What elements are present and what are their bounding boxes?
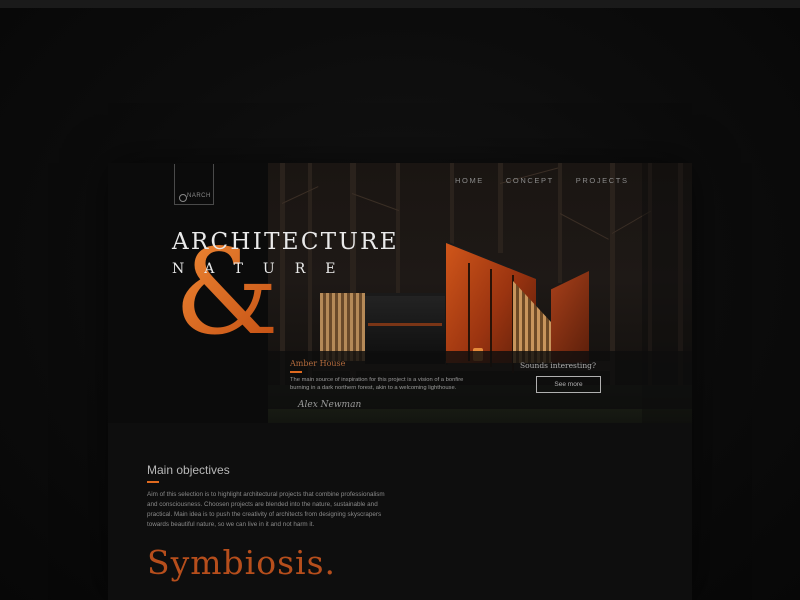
window-mullion — [468, 263, 470, 361]
project-title: Amber House — [290, 359, 346, 368]
feature-word: Symbiosis. — [147, 543, 337, 582]
cta-prompt: Sounds interesting? — [520, 361, 596, 370]
project-description: The main source of inspiration for this … — [290, 377, 464, 391]
see-more-button[interactable]: See more — [536, 376, 601, 393]
architect-signature: Alex Newman — [298, 400, 362, 410]
tree-branch — [559, 213, 609, 240]
project-info-bar: Amber House The main source of inspirati… — [268, 351, 692, 410]
accent-underline — [290, 371, 302, 373]
brand-logo[interactable]: NARCH — [174, 164, 214, 205]
section-body-text: Aim of this selection is to highlight ar… — [147, 491, 385, 528]
landing-page-card: NARCH HOME CONCEPT PROJECTS & ARCHITECTU… — [108, 163, 692, 600]
amber-end-volume — [551, 271, 589, 363]
logo-icon — [179, 194, 187, 202]
nav-item-home[interactable]: HOME — [455, 176, 484, 185]
hero-title-nature: NATURE — [172, 261, 356, 277]
nav-item-projects[interactable]: PROJECTS — [576, 176, 629, 185]
nav-item-concept[interactable]: CONCEPT — [506, 176, 554, 185]
section-heading: Main objectives — [147, 463, 230, 477]
section-accent-line — [147, 481, 159, 483]
hero-title-architecture: ARCHITECTURE — [172, 229, 399, 255]
logo-text: NARCH — [187, 193, 211, 199]
top-strip — [0, 0, 800, 8]
tree-branch — [281, 186, 319, 204]
main-nav: HOME CONCEPT PROJECTS — [455, 176, 629, 185]
interior-light — [368, 323, 442, 326]
tree-branch — [351, 193, 400, 212]
tree-trunk — [450, 163, 454, 253]
hero-section: NARCH HOME CONCEPT PROJECTS & ARCHITECTU… — [108, 163, 692, 423]
